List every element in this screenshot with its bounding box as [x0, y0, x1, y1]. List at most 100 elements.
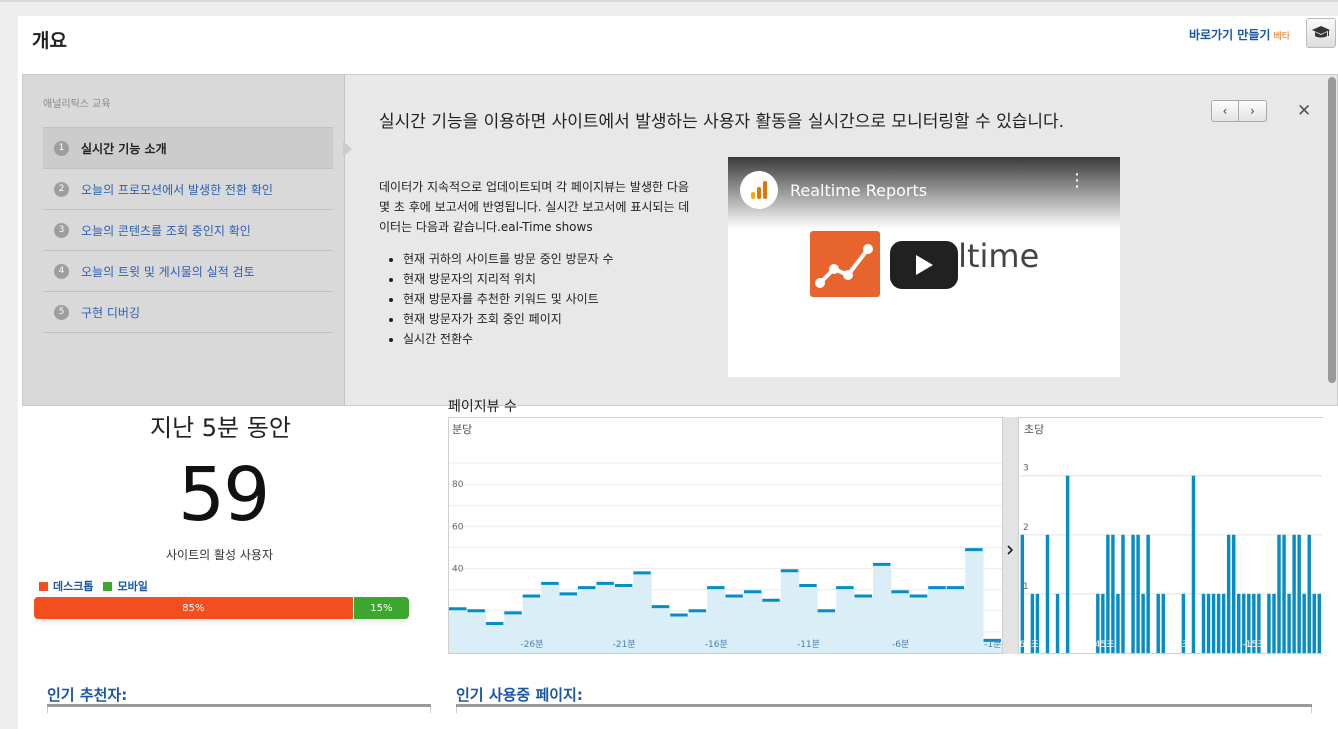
device-split-bar: 85% 15% [34, 597, 409, 619]
tutorial-item-label: 구현 디버깅 [81, 305, 141, 320]
y-tick-label: 40 [452, 565, 464, 575]
per-minute-chart: 분당 20406080-26분-21분-16분-11분-6분-1분 [448, 417, 1003, 654]
pageviews-title: 페이지뷰 수 [448, 399, 517, 415]
tutorial-item-4[interactable]: 4 오늘의 트윗 및 게시물의 실적 검토 [43, 251, 333, 292]
x-tick-label: -11분 [797, 639, 820, 650]
area-fill [449, 549, 1002, 653]
step-number: 2 [54, 181, 69, 197]
bar [1206, 593, 1211, 653]
y-tick-label: 60 [452, 522, 464, 532]
bar [1055, 593, 1060, 653]
tutorial-item-2[interactable]: 2 오늘의 프로모션에서 발생한 전환 확인 [43, 169, 333, 210]
bar [1302, 593, 1306, 653]
top-referrers-title: 인기 추천자: [47, 686, 128, 704]
top-pages-title: 인기 사용중 페이지: [456, 686, 583, 704]
more-vert-icon[interactable]: ⋮ [1068, 172, 1086, 190]
x-tick-label: -15초 [1243, 639, 1266, 650]
bar [1146, 534, 1150, 653]
step-number: 1 [54, 140, 69, 156]
bar [1106, 534, 1110, 653]
mobile-swatch [103, 582, 113, 591]
active-item-pointer [343, 141, 352, 157]
video-title: Realtime Reports [790, 181, 928, 200]
bar [1116, 593, 1120, 653]
tutorial-item-label: 오늘의 트윗 및 게시물의 실적 검토 [81, 264, 255, 279]
x-tick-label: -6분 [892, 639, 909, 650]
tutorial-pager: ‹ › [1211, 100, 1267, 122]
bar [1297, 534, 1301, 653]
bar [1045, 534, 1050, 653]
tutorial-item-1[interactable]: 1 실시간 기능 소개 [43, 128, 333, 169]
next-button[interactable]: › [1239, 100, 1267, 122]
graduation-cap-icon [1312, 26, 1330, 38]
bar [1136, 534, 1140, 653]
bar [1161, 593, 1165, 653]
bar [1307, 534, 1311, 653]
list-item: 현재 방문자가 조회 중인 페이지 [403, 309, 614, 329]
per-minute-svg: 20406080-26분-21분-16분-11분-6분-1분 [449, 462, 1002, 653]
prev-button[interactable]: ‹ [1211, 100, 1239, 122]
top-pages-table [456, 707, 1312, 713]
play-icon [916, 255, 933, 275]
bar [1131, 534, 1135, 653]
desktop-segment: 85% [34, 597, 353, 619]
bar [1272, 593, 1276, 653]
list-item: 현재 방문자의 지리적 위치 [403, 269, 614, 289]
bar [1191, 475, 1196, 653]
bar [1201, 593, 1206, 653]
active-user-count: 59 [178, 452, 270, 538]
play-button[interactable] [890, 241, 958, 289]
list-item: 현재 방문자를 추천한 키워드 및 사이트 [403, 289, 614, 309]
bar [1111, 534, 1115, 653]
list-item: 실시간 전환수 [403, 329, 614, 349]
bar [1312, 593, 1316, 653]
per-second-svg: 123-60초 -45초 -30초 -15초 [1016, 464, 1322, 653]
bar [1156, 593, 1160, 653]
bar [1282, 534, 1286, 653]
legend-label: 모바일 [117, 580, 148, 593]
x-tick-label: -16분 [705, 639, 728, 650]
tutorial-item-3[interactable]: 3 오늘의 콘텐츠를 조회 중인지 확인 [43, 210, 333, 251]
bar [1065, 475, 1070, 653]
legend-mobile: 모바일 [103, 578, 148, 594]
video-player[interactable]: Realtime Reports ⋮ Realtime [728, 157, 1120, 377]
bar [1221, 593, 1226, 653]
close-icon[interactable]: ✕ [1297, 101, 1311, 121]
chevron-left-icon: ‹ [1222, 104, 1228, 118]
top-divider [0, 0, 1338, 2]
tutorial-scrollbar[interactable] [1328, 77, 1336, 383]
chart-expander[interactable] [1003, 417, 1019, 654]
tutorial-bullet-list: 현재 귀하의 사이트를 방문 중인 방문자 수 현재 방문자의 지리적 위치 현… [403, 249, 614, 349]
per-second-chart: 초당 1 2 3 -60초 -45초 -30초 -15초 [1003, 417, 1323, 654]
list-item: 현재 귀하의 사이트를 방문 중인 방문자 수 [403, 249, 614, 269]
bar [1216, 593, 1221, 653]
bar [1226, 534, 1231, 653]
bar [1237, 593, 1241, 653]
y-tick-label: 80 [452, 480, 464, 490]
education-button[interactable] [1306, 18, 1336, 48]
top-referrers-table [47, 707, 431, 713]
desktop-swatch [39, 582, 48, 591]
active-users-caption: 사이트의 활성 사용자 [166, 548, 273, 562]
bar [1211, 593, 1216, 653]
page: 개요 바로가기 만들기 베타 애널리틱스 교육 1 실시간 기능 소개 2 오늘의 프… [0, 0, 1338, 729]
bar [1292, 534, 1296, 653]
tutorial-item-5[interactable]: 5 구현 디버깅 [43, 292, 333, 333]
step-number: 5 [54, 304, 69, 320]
x-tick-label: -1분 [984, 639, 1001, 650]
chevron-right-icon [1007, 545, 1014, 555]
analytics-logo-icon [740, 171, 778, 209]
realtime-logo-icon [810, 231, 880, 297]
chevron-right-icon: › [1250, 104, 1255, 118]
shortcut-label: 바로가기 만들기 [1188, 28, 1271, 42]
bar [1287, 593, 1291, 653]
tutorial-panel: 애널리틱스 교육 1 실시간 기능 소개 2 오늘의 프로모션에서 발생한 전환 확… [22, 74, 1338, 406]
create-shortcut-link[interactable]: 바로가기 만들기 베타 [1189, 26, 1290, 43]
tutorial-item-label: 오늘의 콘텐츠를 조회 중인지 확인 [81, 223, 251, 238]
bar [1267, 593, 1271, 653]
beta-badge: 베타 [1273, 32, 1290, 42]
page-title: 개요 [32, 30, 67, 52]
tutorial-sidebar: 애널리틱스 교육 1 실시간 기능 소개 2 오늘의 프로모션에서 발생한 전환 확… [23, 75, 345, 405]
bar [1141, 593, 1145, 653]
x-tick-label: -30초 [1167, 639, 1190, 650]
